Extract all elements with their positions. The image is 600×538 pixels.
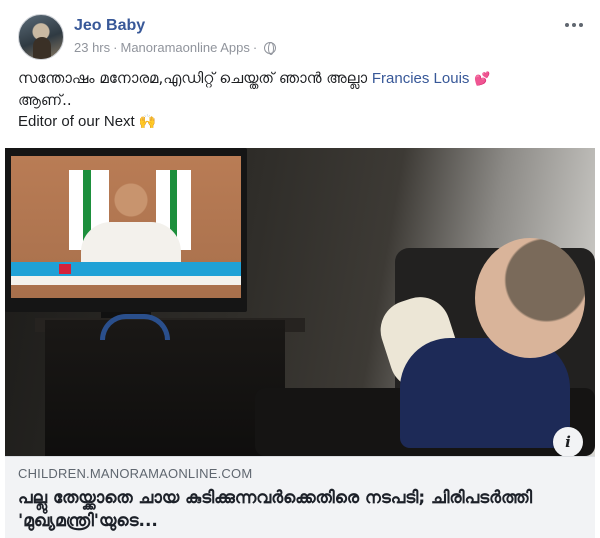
tv-screen [11, 156, 241, 298]
table [45, 320, 285, 456]
link-preview[interactable]: CHILDREN.MANORAMAONLINE.COM പല്ലു തേയ്ക്… [5, 456, 595, 538]
author-name[interactable]: Jeo Baby [74, 17, 145, 35]
globe-icon[interactable] [264, 42, 277, 55]
raised-hands-emoji: 🙌 [138, 113, 157, 129]
tv-news-band [11, 262, 241, 276]
post-app[interactable]: Manoramaonline Apps [120, 40, 249, 55]
tv-person-head [106, 178, 156, 233]
link-domain: CHILDREN.MANORAMAONLINE.COM [18, 466, 253, 481]
child-head [475, 238, 585, 358]
mention-link[interactable]: Francies Louis [372, 70, 470, 87]
post-text-line-1: സന്തോഷം മനോരമ,എഡിറ്റ് ചെയ്തത് ഞാൻ അല്ലാ … [18, 68, 583, 90]
post-text: സന്തോഷം മനോരമ,എഡിറ്റ് ചെയ്തത് ഞാൻ അല്ലാ … [18, 68, 583, 132]
post-meta: 23 hrs · Manoramaonline Apps · [74, 40, 277, 55]
avatar[interactable] [18, 14, 64, 60]
more-horizontal-icon[interactable] [562, 16, 586, 34]
avatar-figure [33, 37, 51, 59]
meta-separator-2: · [252, 40, 258, 55]
post-time[interactable]: 23 hrs [74, 40, 110, 55]
post-text-main: സന്തോഷം മനോരമ,എഡിറ്റ് ചെയ്തത് ഞാൻ അല്ലാ [18, 69, 368, 87]
post-image[interactable]: i [5, 148, 595, 456]
post-text-line-2: ആണ്.. [18, 91, 72, 109]
post-text-line-3: Editor of our Next 🙌 [18, 111, 583, 132]
link-title[interactable]: പല്ലു തേയ്ക്കാതെ ചായ കുടിക്കുന്നവർക്കെതി… [18, 487, 578, 533]
tv-news-band-lower [11, 276, 241, 285]
meta-separator: · [113, 40, 118, 55]
tv-channel-logo [59, 264, 71, 274]
tv [5, 148, 247, 312]
info-icon[interactable]: i [553, 427, 583, 456]
post-text-editor: Editor of our Next [18, 113, 135, 130]
facebook-post: Jeo Baby 23 hrs · Manoramaonline Apps · സന്… [0, 0, 600, 538]
post-header: Jeo Baby 23 hrs · Manoramaonline Apps · [18, 14, 586, 60]
heart-emoji: 💕 [474, 72, 491, 87]
